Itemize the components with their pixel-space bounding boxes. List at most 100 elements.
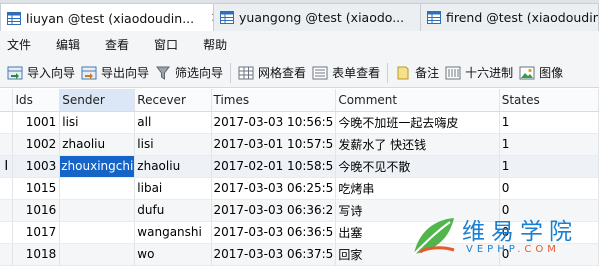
cell-recever[interactable]: zhaoliu bbox=[134, 155, 212, 178]
memo-button[interactable]: 备注 bbox=[392, 62, 442, 84]
image-button[interactable]: 图像 bbox=[516, 62, 566, 84]
cell-recever[interactable]: lisi bbox=[134, 133, 212, 156]
cell-times[interactable]: 2017-02-01 10:58:5 bbox=[211, 155, 337, 178]
column-header-states[interactable]: States bbox=[499, 89, 599, 112]
row-marker[interactable] bbox=[0, 111, 14, 134]
image-icon bbox=[519, 66, 535, 79]
cell-comment[interactable]: 吃烤串 bbox=[335, 177, 500, 200]
cell-times[interactable]: 2017-03-01 10:57:5 bbox=[211, 133, 337, 156]
export-icon bbox=[81, 66, 97, 79]
tab-label: liuyan @test (xiaodoudin... bbox=[26, 10, 195, 26]
table-row-current[interactable]: I 1003 zhouxingchi zhaoliu 2017-02-01 10… bbox=[0, 155, 599, 178]
column-header-recever[interactable]: Recever bbox=[134, 89, 212, 112]
row-marker[interactable] bbox=[0, 243, 14, 266]
cell-ids[interactable]: 1015 bbox=[12, 177, 61, 200]
table-row[interactable]: 1001 lisi all 2017-03-03 10:56:5 今晚不加班一起… bbox=[0, 111, 599, 134]
document-tab-bar: liuyan @test (xiaodoudin... ✕ yuangong @… bbox=[0, 0, 599, 32]
cell-recever[interactable]: wanganshi bbox=[134, 221, 212, 244]
menu-bar: 文件 编辑 查看 窗口 帮助 bbox=[0, 31, 599, 58]
cell-comment[interactable]: 今晚不加班一起去嗨皮 bbox=[335, 111, 500, 134]
menu-help[interactable]: 帮助 bbox=[203, 36, 227, 53]
cell-sender[interactable]: zhaoliu bbox=[59, 133, 136, 156]
cell-states[interactable]: 1 bbox=[499, 111, 599, 134]
watermark-site-name: VEPHP bbox=[466, 244, 518, 255]
cell-sender[interactable]: lisi bbox=[59, 111, 136, 134]
column-header-times[interactable]: Times bbox=[211, 89, 337, 112]
table-icon bbox=[220, 11, 234, 24]
grid-view-icon bbox=[238, 66, 254, 79]
import-wizard-button[interactable]: 导入向导 bbox=[4, 62, 78, 84]
import-label: 导入向导 bbox=[27, 66, 76, 80]
cell-states[interactable]: 1 bbox=[499, 155, 599, 178]
column-header-ids[interactable]: Ids bbox=[12, 89, 61, 112]
row-marker[interactable] bbox=[0, 133, 14, 156]
cell-recever[interactable]: all bbox=[134, 111, 212, 134]
toolbar-separator bbox=[387, 62, 389, 83]
tab-firend[interactable]: firend @test (xiaodoudin... bbox=[420, 3, 599, 31]
cell-ids[interactable]: 1002 bbox=[12, 133, 61, 156]
cell-recever[interactable]: dufu bbox=[134, 199, 212, 222]
cell-sender-editing[interactable]: zhouxingchi bbox=[59, 155, 136, 178]
table-icon bbox=[7, 11, 21, 25]
watermark-site-tld: .COM bbox=[517, 244, 560, 255]
row-marker-header bbox=[0, 89, 14, 112]
image-label: 图像 bbox=[539, 66, 564, 80]
data-grid: Ids Sender Recever Times Comment States … bbox=[0, 89, 599, 266]
column-header-comment[interactable]: Comment bbox=[335, 89, 500, 112]
table-row[interactable]: 1002 zhaoliu lisi 2017-03-01 10:57:5 发薪水… bbox=[0, 133, 599, 156]
hex-label: 十六进制 bbox=[465, 66, 514, 80]
cell-times[interactable]: 2017-03-03 06:36:5 bbox=[211, 221, 337, 244]
tab-liuyan[interactable]: liuyan @test (xiaodoudin... ✕ bbox=[0, 3, 229, 32]
hex-icon bbox=[445, 66, 461, 79]
tab-label: firend @test (xiaodoudin... bbox=[446, 10, 598, 25]
cell-sender[interactable] bbox=[59, 199, 136, 222]
form-view-label: 表单查看 bbox=[332, 66, 381, 80]
table-row[interactable]: 1015 libai 2017-03-03 06:25:5 吃烤串 0 bbox=[0, 177, 599, 200]
cell-sender[interactable] bbox=[59, 177, 136, 200]
cell-comment[interactable]: 发薪水了 快还钱 bbox=[335, 133, 500, 156]
cell-states[interactable]: 0 bbox=[499, 177, 599, 200]
text-cursor-marker[interactable]: I bbox=[0, 155, 14, 178]
cell-ids[interactable]: 1017 bbox=[12, 221, 61, 244]
cell-times[interactable]: 2017-03-03 06:36:2 bbox=[211, 199, 337, 222]
hex-button[interactable]: 十六进制 bbox=[442, 62, 516, 84]
menu-window[interactable]: 窗口 bbox=[154, 36, 178, 53]
cell-ids[interactable]: 1003 bbox=[12, 155, 61, 178]
form-view-button[interactable]: 表单查看 bbox=[309, 62, 383, 84]
cell-times[interactable]: 2017-03-03 06:37:5 bbox=[211, 243, 337, 266]
cell-recever[interactable]: wo bbox=[134, 243, 212, 266]
tab-yuangong[interactable]: yuangong @test (xiaodo... bbox=[213, 3, 423, 31]
import-icon bbox=[7, 66, 23, 79]
row-marker[interactable] bbox=[0, 199, 14, 222]
cell-states[interactable]: 1 bbox=[499, 133, 599, 156]
watermark-site: VEPHP.COM bbox=[466, 244, 560, 255]
column-header-sender[interactable]: Sender bbox=[59, 89, 136, 112]
row-marker[interactable] bbox=[0, 177, 14, 200]
memo-icon bbox=[397, 66, 409, 79]
form-view-icon bbox=[312, 66, 328, 79]
cell-times[interactable]: 2017-03-03 06:25:5 bbox=[211, 177, 337, 200]
grid-view-button[interactable]: 网格查看 bbox=[235, 62, 309, 84]
memo-label: 备注 bbox=[415, 66, 440, 80]
row-marker[interactable] bbox=[0, 221, 14, 244]
cell-times[interactable]: 2017-03-03 10:56:5 bbox=[211, 111, 337, 134]
header-row: Ids Sender Recever Times Comment States bbox=[0, 89, 599, 112]
cell-sender[interactable] bbox=[59, 243, 136, 266]
cell-ids[interactable]: 1018 bbox=[12, 243, 61, 266]
menu-edit[interactable]: 编辑 bbox=[56, 36, 80, 53]
export-wizard-button[interactable]: 导出向导 bbox=[78, 62, 152, 84]
cell-recever[interactable]: libai bbox=[134, 177, 212, 200]
cell-ids[interactable]: 1001 bbox=[12, 111, 61, 134]
toolbar-separator bbox=[230, 62, 232, 83]
grid-view-label: 网格查看 bbox=[258, 66, 307, 80]
cell-sender[interactable] bbox=[59, 221, 136, 244]
menu-view[interactable]: 查看 bbox=[105, 36, 129, 53]
cell-comment[interactable]: 今晚不见不散 bbox=[335, 155, 500, 178]
cell-ids[interactable]: 1016 bbox=[12, 199, 61, 222]
toolbar: 导入向导 导出向导 筛选向导 网格查看 表单查看 备注 十六进制 图像 bbox=[0, 58, 599, 88]
filter-icon bbox=[156, 66, 171, 80]
watermark-leaf-icon bbox=[413, 218, 455, 255]
menu-file[interactable]: 文件 bbox=[7, 36, 31, 53]
filter-wizard-button[interactable]: 筛选向导 bbox=[152, 62, 226, 84]
export-label: 导出向导 bbox=[101, 66, 150, 80]
